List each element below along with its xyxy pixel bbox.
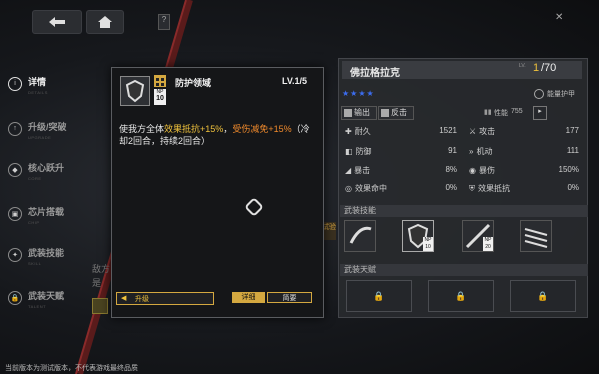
tab-brief[interactable]: 简要: [267, 292, 312, 303]
nav-item-talent[interactable]: 🔒 武装天赋 TALENT: [8, 286, 64, 309]
durability-icon: ✚: [345, 127, 352, 136]
nav-item-core[interactable]: ◆ 核心跃升 CORE: [8, 158, 64, 181]
popup-skill-icon: [120, 76, 150, 106]
help-icon[interactable]: ?: [158, 14, 170, 30]
performance-icon: ▮▮: [484, 109, 492, 116]
performance-value: 755: [511, 108, 523, 115]
effect-resist-icon: ⛨: [469, 183, 475, 193]
nav-item-details[interactable]: i 详情 DETAILS: [8, 72, 48, 95]
shield-icon: [534, 89, 544, 99]
crit-icon: ◢: [345, 166, 352, 175]
slash-skill-icon: [349, 226, 372, 244]
mobility-icon: »: [469, 147, 474, 156]
output-icon: [344, 109, 352, 117]
back-button[interactable]: [32, 10, 82, 34]
lock-icon: 🔒: [373, 290, 385, 301]
skill-slot-4[interactable]: [520, 220, 552, 252]
lock-icon: 🔒: [8, 290, 22, 305]
back-arrow-icon: [49, 17, 65, 27]
info-detail-icon[interactable]: ▸: [533, 106, 547, 120]
role-tag-output: 输出: [341, 106, 377, 120]
stat-row: ◢ 暴击 8% ◉ 暴伤 150%: [345, 165, 579, 175]
level-value: 1: [533, 62, 540, 74]
popup-skill-name: 防护领域: [175, 78, 212, 88]
crit-damage-icon: ◉: [469, 166, 476, 175]
talent-slot-3[interactable]: 🔒: [510, 280, 576, 312]
talent-slot-2[interactable]: 🔒: [428, 280, 494, 312]
bg-desc-line2: 是: [92, 278, 102, 288]
level-prefix: LV.: [519, 63, 526, 69]
defense-icon: ◧: [345, 147, 353, 156]
bg-tag: 试验: [322, 222, 336, 240]
nav-item-skill[interactable]: ✦ 武装技能 SKILL: [8, 243, 64, 266]
skills-section-title: 武装技能: [340, 205, 588, 217]
lock-icon: 🔒: [537, 290, 549, 301]
lock-icon: 🔒: [455, 290, 467, 301]
counter-icon: [381, 109, 389, 117]
role-tag-counter: 反击: [378, 106, 414, 120]
character-name: 佛拉格拉克: [350, 68, 400, 79]
core-icon: ◆: [8, 162, 22, 177]
effect-hit-icon: ◎: [345, 184, 352, 193]
nav-item-chip[interactable]: ▣ 芯片搭载 CHIP: [8, 202, 64, 225]
tab-detail[interactable]: 详细: [232, 292, 265, 303]
version-notice: 当前版本为测试版本，不代表游戏最终品质: [5, 365, 138, 372]
upgrade-icon: ↑: [8, 121, 22, 136]
volley-skill-icon: [524, 228, 548, 248]
home-icon: [98, 16, 112, 28]
popup-skill-description: 使我方全体效果抵抗+15%，受伤减免+15%（冷却2回合，持续2回合）: [119, 124, 310, 146]
chip-icon: ▣: [8, 206, 22, 221]
popup-skill-level: LV.1/5: [282, 76, 308, 86]
play-triangle-icon: ◀: [121, 295, 127, 302]
skill-slot-1[interactable]: [344, 220, 376, 252]
bg-item-icon: [92, 298, 108, 314]
talent-slot-1[interactable]: 🔒: [346, 280, 412, 312]
talents-section-title: 武装天赋: [340, 264, 588, 276]
skill-slot-3[interactable]: NP 20: [462, 220, 494, 252]
shield-skill-icon: [125, 79, 145, 103]
stat-row: ◧ 防御 91 » 机动 111: [345, 146, 579, 156]
info-icon: i: [8, 76, 22, 91]
shield-type: 能量护甲: [547, 91, 575, 98]
upgrade-button[interactable]: ◀ 升级: [116, 292, 214, 305]
skill-np-badge: NP 20: [483, 237, 493, 251]
rarity-stars: ★★★★: [342, 89, 375, 98]
stat-row: ◎ 效果命中 0% ⛨ 效果抵抗 0%: [345, 183, 579, 193]
close-icon[interactable]: ✕: [555, 12, 563, 23]
attack-icon: ⚔: [469, 127, 477, 136]
stat-row: ✚ 耐久 1521 ⚔ 攻击 177: [345, 126, 579, 136]
skill-np-badge: NP 10: [423, 237, 433, 251]
np-badge: NP 10: [154, 89, 166, 105]
skill-grid-icon: [154, 75, 166, 87]
home-button[interactable]: [86, 10, 124, 34]
bg-desc-line1: 敌方: [92, 264, 111, 274]
performance-label: 性能: [494, 110, 508, 117]
nav-item-upgrade[interactable]: ↑ 升级/突破 UPGRADE: [8, 117, 67, 140]
level-max: /70: [541, 62, 557, 74]
skill-slot-2[interactable]: NP 10: [402, 220, 434, 252]
skill-icon: ✦: [8, 247, 22, 262]
